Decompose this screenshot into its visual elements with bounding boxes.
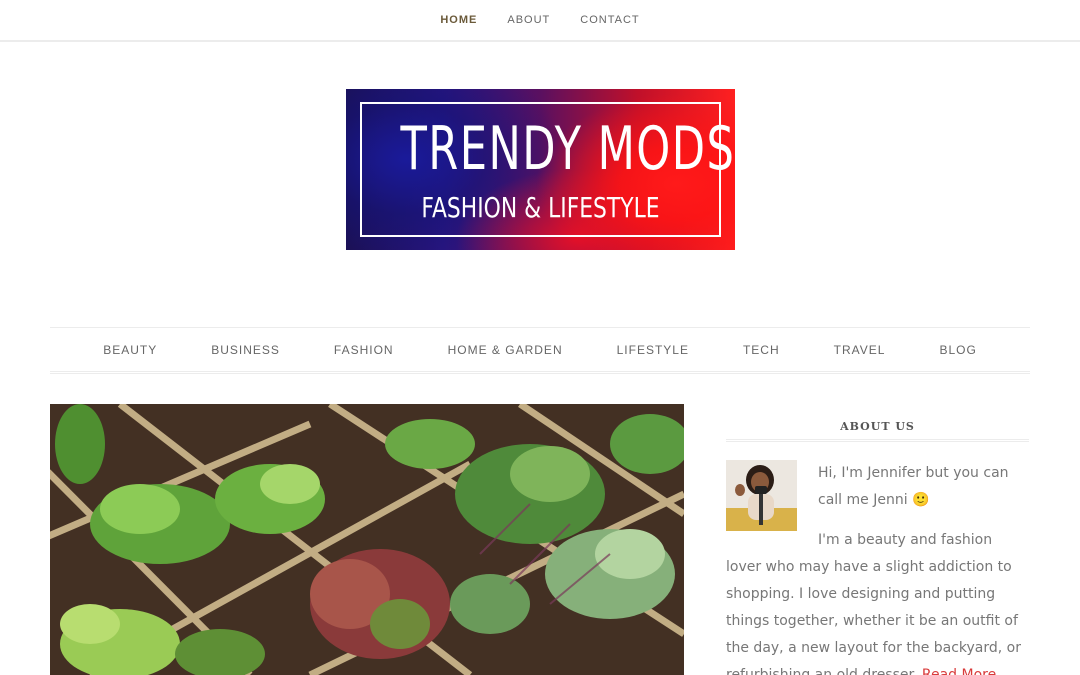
site-logo[interactable]: TRENDY MODS FASHION & LIFESTYLE xyxy=(346,89,735,250)
category-business[interactable]: BUSINESS xyxy=(211,343,280,357)
category-navigation: BEAUTY BUSINESS FASHION HOME & GARDEN LI… xyxy=(50,327,1030,374)
category-travel[interactable]: TRAVEL xyxy=(834,343,886,357)
category-fashion[interactable]: FASHION xyxy=(334,343,394,357)
logo-subtitle: FASHION & LIFESTYLE xyxy=(421,191,660,224)
top-navigation: HOME ABOUT CONTACT xyxy=(0,0,1080,42)
about-body: I'm a beauty and fashion lover who may h… xyxy=(726,527,1029,675)
author-avatar xyxy=(726,460,797,531)
category-lifestyle[interactable]: LIFESTYLE xyxy=(617,343,689,357)
smile-emoji-icon: 🙂 xyxy=(912,492,930,508)
category-tech[interactable]: TECH xyxy=(743,343,780,357)
category-blog[interactable]: BLOG xyxy=(939,343,976,357)
about-body-text: I'm a beauty and fashion lover who may h… xyxy=(726,532,1022,675)
read-more-link[interactable]: Read More xyxy=(922,667,996,675)
top-nav-contact[interactable]: CONTACT xyxy=(580,14,639,26)
top-nav-about[interactable]: ABOUT xyxy=(507,14,550,26)
sidebar: ABOUT US Hi, I'm Jennifer but you can ca… xyxy=(726,404,1029,675)
about-intro: Hi, I'm Jennifer but you can call me Jen… xyxy=(818,460,1029,514)
featured-post-image[interactable] xyxy=(50,404,684,675)
logo-title: TRENDY MODS xyxy=(400,114,735,184)
category-beauty[interactable]: BEAUTY xyxy=(103,343,157,357)
about-widget-title: ABOUT US xyxy=(726,404,1029,442)
author-photo xyxy=(726,460,797,531)
top-nav-home[interactable]: HOME xyxy=(440,14,477,26)
category-home-garden[interactable]: HOME & GARDEN xyxy=(448,343,563,357)
garden-beds-image xyxy=(50,404,684,675)
